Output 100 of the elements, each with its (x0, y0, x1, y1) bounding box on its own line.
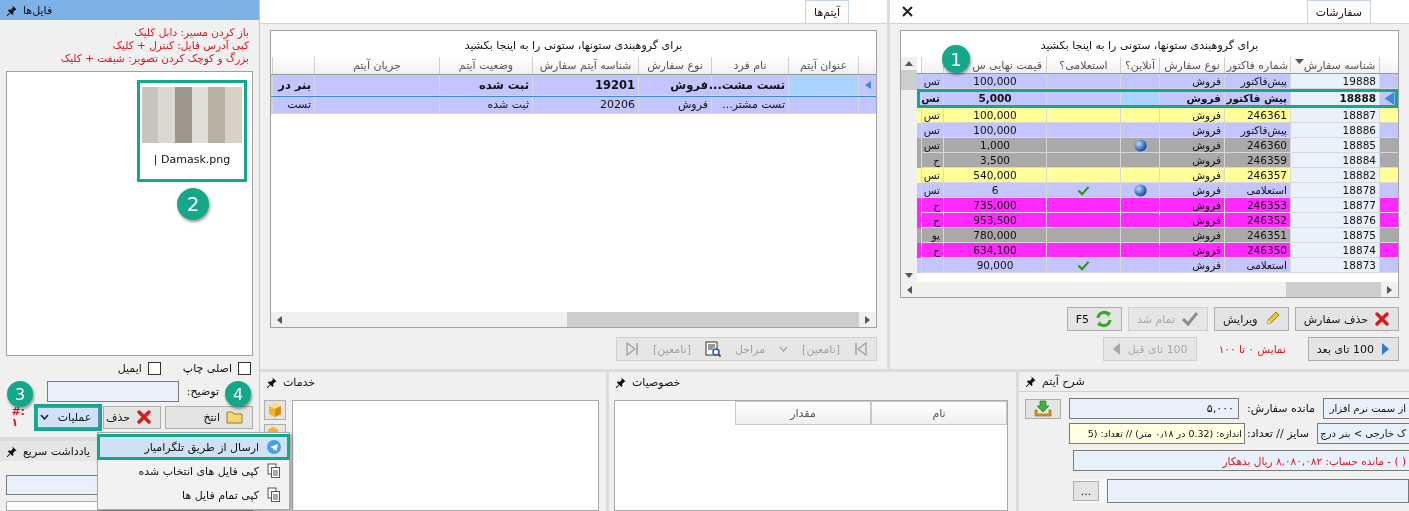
hint-text: کپی آدرس فایل: کنترل + کلیک (111, 39, 249, 52)
table-cell (788, 75, 858, 96)
field-label: سایز // تعداد: (1247, 427, 1309, 440)
table-cell: فروش (1159, 258, 1224, 273)
panel-title: خدمات (283, 375, 316, 389)
column-header (272, 57, 314, 74)
hint-text: بزرگ و کوچک کردن تصویر: شیفت + کلیک (59, 52, 249, 65)
panel-title: یادداشت سریع (23, 444, 90, 458)
column-header[interactable]: مقدار (735, 401, 871, 425)
table-cell: فروش (638, 75, 711, 96)
pin-icon[interactable] (6, 4, 17, 16)
next-arrow-icon (1380, 342, 1390, 356)
operations-dropdown[interactable]: عملیات (37, 406, 99, 428)
tab[interactable]: آیتم‌ها (805, 0, 849, 23)
delete-button[interactable]: حذف (103, 405, 161, 429)
check-icon (1077, 183, 1090, 197)
check-icon (1181, 311, 1200, 327)
check-icon (1077, 258, 1090, 272)
description-field[interactable] (46, 381, 179, 402)
edit-button[interactable]: ویرایش (1214, 307, 1289, 331)
scroll-left-icon[interactable] (907, 285, 912, 294)
scroll-left-icon[interactable] (277, 315, 282, 324)
value-field[interactable]: ۵,۰۰۰ (1069, 398, 1239, 419)
delete-order-button[interactable]: حذف سفارش (1294, 307, 1399, 331)
balance-field: ( ) - مانده حساب: ۸,۰۸۰,۰۸۲ ریال بدهکار (1073, 450, 1409, 471)
table-cell: 18885 (1290, 138, 1379, 153)
table-cell: 20206 (532, 97, 638, 114)
column-header[interactable]: شناسه سفارش (1290, 57, 1379, 73)
scrollbar-thumb[interactable] (1286, 282, 1381, 297)
field-label: توضیح: (186, 385, 219, 398)
value-field[interactable]: از سمت نرم افزار (1322, 398, 1409, 419)
column-header[interactable]: عنوان آیتم (788, 57, 858, 74)
panel-title: شرح آیتم (1042, 375, 1085, 388)
column-header[interactable]: نوع سفارش (1159, 57, 1224, 73)
checkbox-label: ایمیل (117, 361, 142, 375)
open-button[interactable]: انتخ (165, 405, 253, 429)
table-cell: 18888 (1290, 89, 1379, 108)
refresh-icon (1094, 310, 1113, 328)
scroll-right-icon[interactable] (1387, 285, 1392, 294)
close-icon[interactable] (902, 6, 913, 17)
scroll-down-icon[interactable] (905, 273, 913, 278)
checkbox[interactable] (147, 361, 161, 375)
more-button[interactable]: ... (1073, 481, 1099, 501)
file-tile[interactable]: | Damask.png (137, 80, 247, 182)
download-button[interactable] (1025, 398, 1061, 419)
globe-icon (1133, 138, 1147, 152)
menu-item[interactable]: ارسال از طریق تلگرامیار (98, 435, 289, 459)
menu-item[interactable]: کپی فایل های انتخاب شده (98, 459, 289, 483)
scroll-up-icon[interactable] (905, 61, 913, 66)
scroll-right-icon[interactable] (865, 315, 870, 324)
pager-label: [نامعین] (802, 342, 840, 356)
horizontal-scrollbar[interactable] (901, 282, 1398, 297)
globe-icon (1133, 183, 1147, 197)
column-header[interactable]: شماره فاکتور (1224, 57, 1290, 73)
pager-label: [نامعین] (653, 342, 691, 356)
column-header[interactable]: شناسه آیتم سفارش (532, 57, 638, 74)
caret-icon[interactable] (40, 414, 49, 420)
pin-icon[interactable] (266, 376, 277, 388)
pin-icon[interactable] (615, 376, 626, 388)
callout-badge: 3 (7, 381, 33, 407)
pin-icon[interactable] (6, 445, 17, 457)
column-header[interactable]: وضعیت آیتم (439, 57, 532, 74)
scrollbar-thumb[interactable] (901, 70, 917, 90)
pin-icon[interactable] (1025, 376, 1036, 387)
horizontal-scrollbar[interactable] (271, 312, 876, 327)
table-cell: 18876 (1290, 213, 1379, 228)
column-header[interactable]: نوع سفارش (638, 57, 711, 74)
column-header (921, 57, 943, 73)
folder-icon (226, 410, 244, 424)
send-icon (267, 440, 281, 454)
panel-title: خصوصیات (632, 375, 681, 389)
table-cell (858, 97, 876, 114)
next-page-button[interactable]: 100 تای بعد (1307, 337, 1399, 361)
column-header[interactable]: آنلاین؟ (1120, 57, 1159, 73)
text-field[interactable] (1107, 479, 1409, 503)
table-cell: 18877 (1290, 198, 1379, 213)
value-field[interactable]: اندازه: (0.32 در ۰٫۱۸ متر) // تعداد: (5 (1069, 423, 1245, 444)
table-cell: تست (272, 97, 314, 114)
range-text: نمایش ۰ تا ۱۰۰ (1218, 343, 1286, 355)
row-indicator-icon (864, 81, 871, 89)
menu-item[interactable]: کپی تمام فایل ها (98, 483, 289, 507)
scrollbar-thumb[interactable] (567, 312, 859, 327)
checkbox[interactable] (238, 361, 251, 375)
pager-label: مراحل (734, 342, 766, 356)
table-cell: بنر در (272, 75, 314, 96)
group-hint: برای گروهبندی ستونها، ستونی را به اینجا بکشید (463, 38, 684, 54)
table-cell: 19888 (1290, 74, 1379, 89)
column-header[interactable]: استعلامی؟ (1046, 57, 1120, 73)
column-header[interactable]: نام فرد (711, 57, 788, 74)
refresh-button[interactable]: F5 (1066, 307, 1122, 331)
value-field[interactable]: ک خارجی > بنر درج (1316, 423, 1409, 444)
vertical-scrollbar[interactable] (901, 57, 917, 282)
table-cell: استعلامی (1224, 258, 1290, 273)
previous-arrow-icon (1111, 342, 1122, 356)
table-cell: تست مشت... (711, 75, 788, 96)
tab[interactable]: سفارشات (1306, 0, 1371, 23)
table-cell: 18882 (1290, 168, 1379, 183)
column-header[interactable]: جریان آیتم (314, 57, 439, 74)
column-header[interactable]: نام (871, 401, 1007, 425)
table-cell: 18884 (1290, 153, 1379, 168)
